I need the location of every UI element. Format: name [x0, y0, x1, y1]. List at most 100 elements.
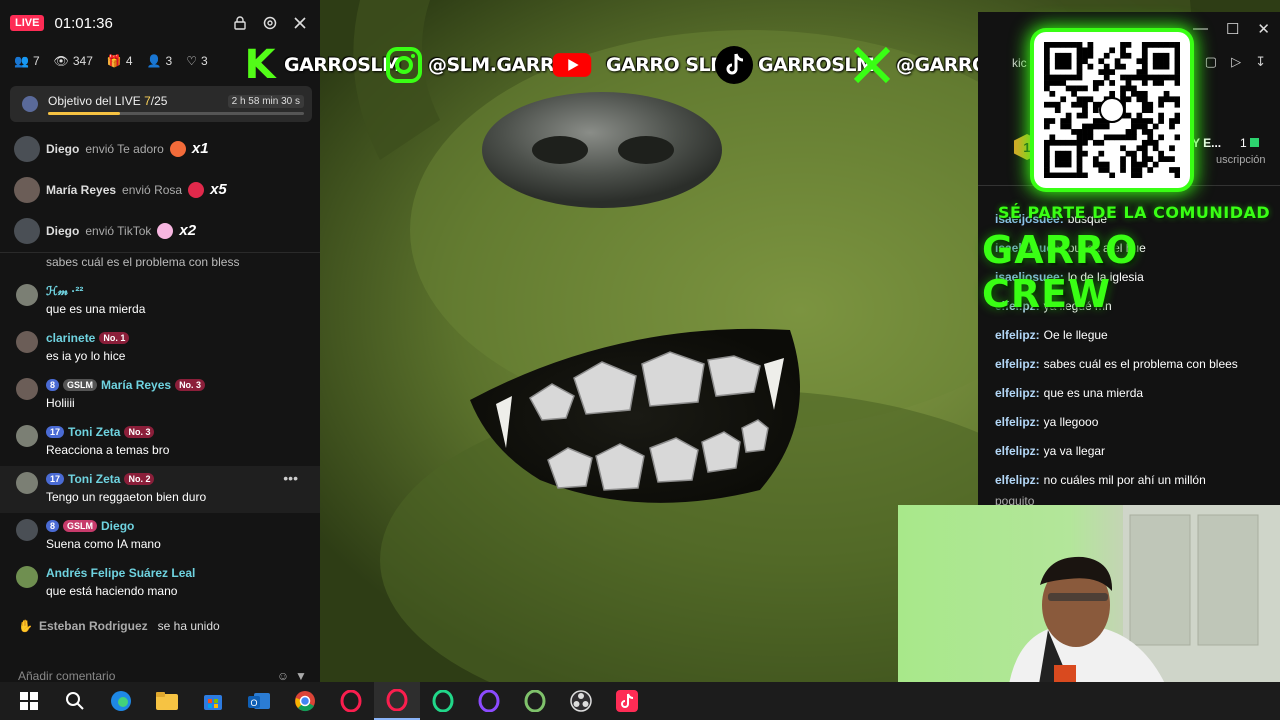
live-badge: LIVE — [10, 15, 45, 31]
avatar[interactable] — [14, 135, 40, 162]
tiktok-live-studio-icon[interactable] — [604, 682, 650, 720]
comment-text: es ia yo lo hice — [46, 349, 126, 363]
social-kick: K GARROSLM — [240, 42, 401, 88]
goal-time-left: 2 h 58 min 30 s — [227, 95, 304, 108]
avatar[interactable] — [16, 566, 38, 588]
filter-icon[interactable]: ▼ — [292, 669, 310, 683]
lock-icon[interactable] — [230, 13, 250, 33]
close-icon[interactable] — [290, 13, 310, 33]
heart-icon: ♡ — [186, 54, 197, 68]
comment-user[interactable]: María Reyes — [101, 378, 171, 392]
comment-row[interactable]: 17 Toni Zeta No. 2 Tengo un reggaeton bien… — [0, 466, 320, 513]
store-icon[interactable] — [190, 682, 236, 720]
social-instagram: @SLM.GARRO — [384, 42, 570, 88]
stat-users[interactable]: 👥 7 — [14, 54, 40, 68]
stat-likes[interactable]: ♡ 3 — [186, 54, 207, 68]
avatar[interactable] — [16, 378, 38, 400]
emoji-icon[interactable]: ☺ — [274, 669, 292, 683]
comment-user[interactable]: clarinete — [46, 331, 95, 345]
level-badge: 17 — [46, 473, 65, 485]
comment-row[interactable]: Andrés Felipe Suárez Leal que está hacie… — [0, 560, 320, 607]
comment-text: Holiiii — [46, 396, 75, 410]
webcam-feed — [898, 505, 1280, 690]
windows-start-icon[interactable] — [6, 682, 52, 720]
more-options-icon[interactable]: ••• — [283, 470, 298, 486]
comment-row[interactable]: 8 GSLM Diego Suena como IA mano — [0, 513, 320, 560]
download-icon[interactable]: ↧ — [1255, 54, 1266, 70]
maximize-icon[interactable]: ☐ — [1226, 20, 1239, 38]
qr-code-pattern — [1044, 42, 1180, 178]
outlook-icon[interactable]: O — [236, 682, 282, 720]
avatar[interactable] — [16, 519, 38, 541]
fan-club-badge: GSLM — [63, 379, 98, 391]
comment-row[interactable]: clarinete No. 1 es ia yo lo hice — [0, 325, 320, 372]
comment-user[interactable]: Diego — [101, 519, 134, 533]
avatar[interactable] — [16, 284, 38, 306]
stat-viewers[interactable]: 👁 347 — [54, 54, 93, 68]
comment-user[interactable]: Toni Zeta — [68, 425, 120, 439]
opera-purple-icon[interactable] — [466, 682, 512, 720]
avatar[interactable] — [16, 331, 38, 353]
subscription-label: uscripción — [1216, 154, 1266, 166]
level-badge: 8 — [46, 379, 60, 391]
live-timer: 01:01:36 — [54, 14, 113, 32]
opera-green-icon[interactable] — [420, 682, 466, 720]
opera-gx-active-icon[interactable] — [374, 682, 420, 720]
social-handle: GARROSLM — [284, 54, 401, 76]
comment-row[interactable]: ℋ𝓂 ·²² que es una mierda — [0, 278, 320, 325]
joined-user[interactable]: Esteban Rodriguez — [39, 619, 148, 633]
streamer-camera — [1008, 505, 1280, 690]
x-icon — [852, 45, 892, 85]
close-icon[interactable]: ✕ — [1257, 20, 1270, 38]
comment-user[interactable]: Toni Zeta — [68, 472, 120, 486]
add-user-icon: 👤 — [146, 54, 162, 68]
gift-user[interactable]: Diego — [46, 142, 79, 156]
comment-text: Suena como IA mano — [46, 537, 161, 551]
followers-count: 3 — [165, 54, 173, 68]
window-controls: — ☐ ✕ — [1193, 20, 1270, 38]
comment-row[interactable]: 17 Toni Zeta No. 3 Reacciona a temas bro — [0, 419, 320, 466]
comment-row[interactable]: 8 GSLM María Reyes No. 3 Holiiii — [0, 372, 320, 419]
comment-user[interactable]: Andrés Felipe Suárez Leal — [46, 566, 195, 580]
gift-user[interactable]: Diego — [46, 224, 79, 238]
comment-input[interactable] — [10, 669, 274, 683]
settings-icon[interactable] — [260, 13, 280, 33]
stat-gifts[interactable]: 🎁 4 — [107, 54, 133, 68]
comment-text: Reacciona a temas bro — [46, 443, 170, 457]
gift-count: x1 — [191, 140, 209, 157]
avatar[interactable] — [14, 176, 40, 203]
likes-count: 3 — [200, 54, 208, 68]
social-tiktok: GARROSLM — [714, 42, 875, 88]
goal-progress-bar — [48, 112, 304, 115]
play-icon[interactable]: ▷ — [1231, 54, 1241, 70]
comment-user[interactable]: ℋ𝓂 ·²² — [46, 284, 83, 299]
avatar[interactable] — [16, 425, 38, 447]
comment-text: que está haciendo mano — [46, 584, 178, 598]
obs-icon[interactable] — [558, 682, 604, 720]
gift-row: Diego envió TikTok x2 — [0, 210, 320, 251]
live-goal[interactable]: Objetivo del LIVE 7/25 2 h 58 min 30 s — [10, 86, 312, 122]
partial-comment: sabes cuál es el problema con bless — [46, 255, 240, 267]
minimize-icon[interactable]: — — [1193, 20, 1208, 38]
gifts-count: 4 — [125, 54, 133, 68]
join-notification: ✋ Esteban Rodriguez se ha unido — [0, 612, 320, 640]
whatsapp-icon — [1099, 97, 1125, 123]
opera-gx-icon[interactable] — [328, 682, 374, 720]
heart-gift-icon — [169, 140, 186, 157]
comment-text: que es una mierda — [46, 302, 146, 316]
users-icon: 👥 — [14, 54, 29, 68]
stat-followers[interactable]: 👤 3 — [147, 54, 173, 68]
avatar[interactable] — [14, 217, 40, 244]
chat-message: elfelipz: Oe le llegue — [995, 327, 1108, 342]
gift-user[interactable]: María Reyes — [46, 183, 116, 197]
extensions-icon[interactable]: ▢ — [1205, 54, 1217, 70]
file-explorer-icon[interactable] — [144, 682, 190, 720]
qr-code — [1034, 32, 1190, 188]
avatar[interactable] — [16, 472, 38, 494]
search-icon[interactable] — [52, 682, 98, 720]
gift-action: envió Rosa — [122, 182, 183, 197]
edge-icon[interactable] — [98, 682, 144, 720]
wave-icon: ✋ — [18, 619, 33, 633]
chrome-icon[interactable] — [282, 682, 328, 720]
opera-dark-icon[interactable] — [512, 682, 558, 720]
